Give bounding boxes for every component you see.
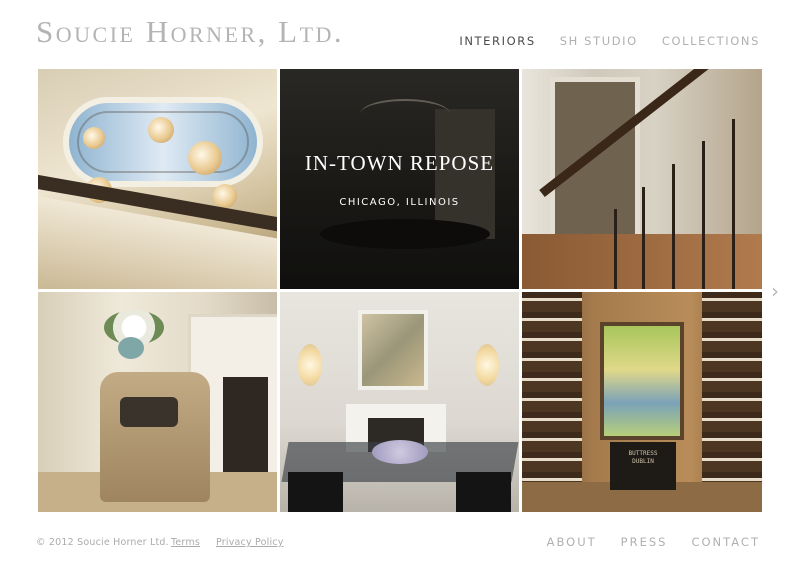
- dining-chair: [288, 472, 343, 512]
- pillow: [120, 397, 178, 427]
- gallery-tile-featured-project[interactable]: IN-TOWN REPOSE CHICAGO, ILLINOIS: [280, 69, 519, 289]
- vase: [118, 337, 144, 359]
- cabinet-inscription: BUTTRESS DUBLIN: [628, 450, 658, 465]
- site-logo[interactable]: Soucie Horner, Ltd.: [36, 16, 344, 47]
- gallery-tile-dining-room[interactable]: [280, 292, 519, 512]
- gallery-tile-stair-skylight[interactable]: [38, 69, 277, 289]
- dining-chair: [456, 472, 511, 512]
- armchair: [100, 372, 210, 502]
- pendant-globe: [83, 127, 105, 149]
- footer-link-press[interactable]: PRESS: [621, 535, 668, 549]
- site-footer: © 2012 Soucie Horner Ltd. Terms Privacy …: [36, 535, 760, 551]
- project-title[interactable]: IN-TOWN REPOSE: [280, 151, 519, 176]
- centerpiece-flowers: [372, 440, 428, 464]
- nav-item-interiors[interactable]: INTERIORS: [459, 34, 535, 48]
- fireplace-opening: [223, 377, 268, 477]
- copyright-text: © 2012 Soucie Horner Ltd.: [36, 537, 169, 548]
- baluster: [614, 209, 617, 289]
- baluster: [702, 141, 705, 289]
- pendant-globe: [188, 141, 222, 175]
- tile-overlay: [280, 69, 519, 289]
- nav-item-sh-studio[interactable]: SH STUDIO: [560, 34, 638, 48]
- main-nav: INTERIORS SH STUDIO COLLECTIONS: [459, 34, 760, 48]
- project-location: CHICAGO, ILLINOIS: [339, 197, 460, 208]
- privacy-policy-link[interactable]: Privacy Policy: [216, 537, 284, 548]
- footer-link-about[interactable]: ABOUT: [547, 535, 597, 549]
- baluster: [732, 119, 735, 289]
- wine-rack: [702, 292, 762, 482]
- baluster: [672, 164, 675, 289]
- pendant-globe: [213, 184, 237, 208]
- gallery-tile-staircase[interactable]: [522, 69, 762, 289]
- gallery-tile-wine-cellar[interactable]: BUTTRESS DUBLIN: [522, 292, 762, 512]
- pendant-globe: [148, 117, 174, 143]
- framed-artwork: [358, 310, 428, 390]
- terms-link[interactable]: Terms: [171, 537, 200, 548]
- stained-glass-window: [600, 322, 684, 440]
- gallery-tile-living-chair[interactable]: [38, 292, 277, 512]
- wall-sconce: [298, 344, 322, 386]
- baluster: [642, 187, 645, 289]
- footer-link-contact[interactable]: CONTACT: [691, 535, 760, 549]
- footer-nav: ABOUT PRESS CONTACT: [547, 535, 760, 549]
- wine-rack: [522, 292, 582, 482]
- chevron-right-icon[interactable]: ›: [769, 279, 781, 303]
- wall-sconce: [475, 344, 499, 386]
- doorway-frame: [550, 77, 640, 247]
- nav-item-collections[interactable]: COLLECTIONS: [662, 34, 760, 48]
- project-gallery: IN-TOWN REPOSE CHICAGO, ILLINOIS BUTTRES…: [38, 69, 762, 512]
